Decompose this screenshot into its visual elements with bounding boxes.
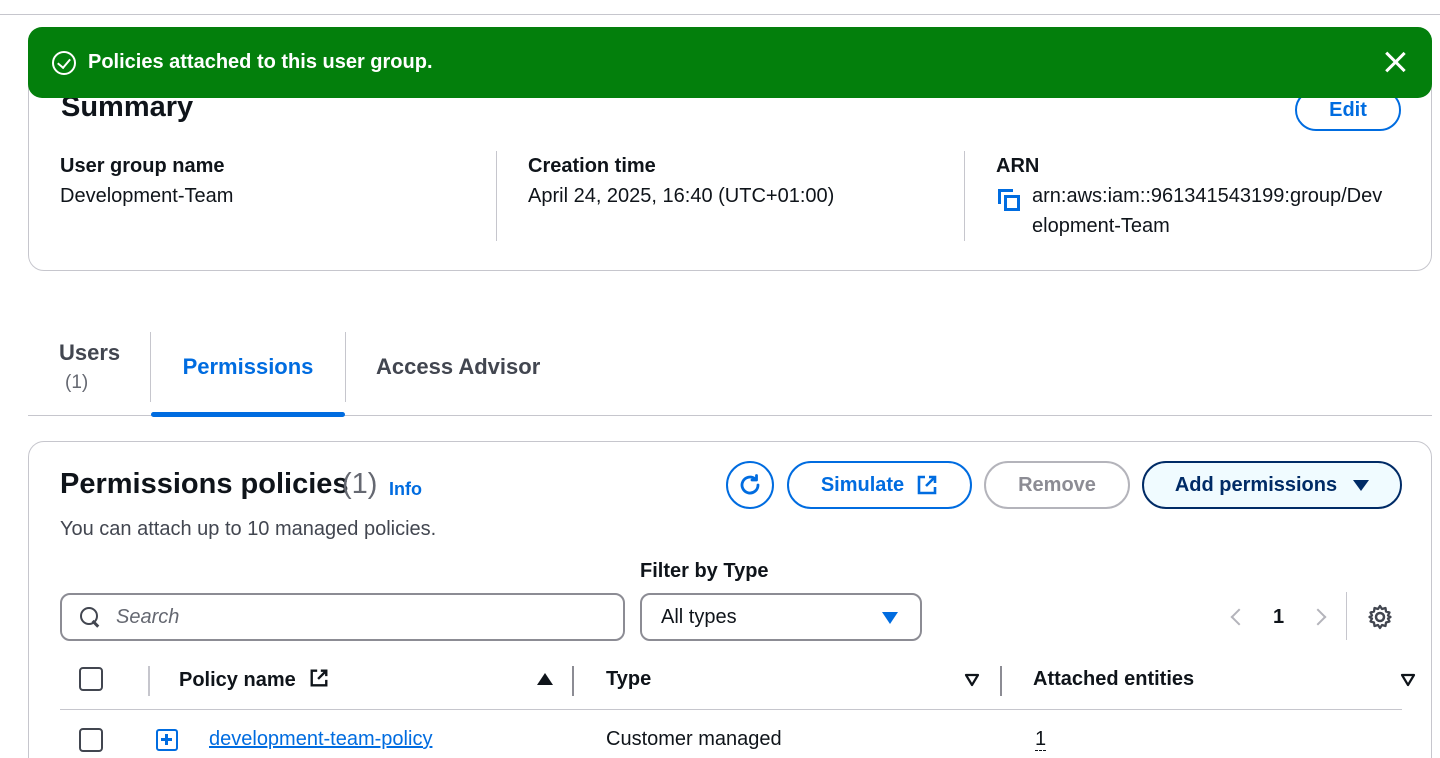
chevron-right-icon[interactable] (1309, 608, 1327, 626)
filter-by-type-label: Filter by Type (640, 560, 769, 582)
chevron-left-icon[interactable] (1230, 608, 1248, 626)
flash-message: Policies attached to this user group. (88, 51, 433, 73)
policy-name-text[interactable]: development-team-policy (209, 728, 432, 750)
creation-time-value: April 24, 2025, 16:40 (UTC+01:00) (528, 185, 835, 207)
permissions-title: Permissions policies (60, 468, 349, 500)
select-all-checkbox[interactable] (79, 667, 103, 691)
attached-entities-cell[interactable]: 1 (1035, 728, 1047, 751)
attached-entities-count[interactable]: 1 (1035, 728, 1047, 751)
arn-field: ARN arn:aws:iam::961341543199:group/Deve… (996, 153, 1392, 241)
pagination-divider (1346, 592, 1347, 640)
column-header-attached-entities[interactable]: Attached entities (1033, 668, 1194, 691)
table-header: Policy name Type Attached entities (60, 660, 1416, 710)
tab-permissions[interactable]: Permissions (151, 330, 345, 417)
type-filter-select[interactable]: All types (640, 593, 922, 641)
simulate-button[interactable]: Simulate (787, 461, 972, 509)
sort-icon[interactable] (964, 673, 980, 687)
tab-divider (345, 332, 346, 402)
creation-time-field: Creation time April 24, 2025, 16:40 (UTC… (528, 153, 834, 211)
tab-access-advisor[interactable]: Access Advisor (376, 330, 540, 416)
dropdown-caret-icon (882, 612, 898, 624)
group-name-label: User group name (60, 155, 225, 177)
refresh-icon (740, 474, 760, 495)
permissions-count: (1) (342, 468, 378, 500)
group-name-value: Development-Team (60, 185, 234, 207)
add-permissions-button[interactable]: Add permissions (1142, 461, 1402, 509)
tab-bar: Users (1) Permissions Access Advisor (28, 330, 1432, 417)
simulate-label: Simulate (820, 473, 905, 496)
external-link-icon (310, 669, 328, 687)
permissions-policies-card: Permissions policies (1) Info You can at… (28, 441, 1432, 758)
column-resizer[interactable] (1000, 666, 1002, 696)
column-header-type[interactable]: Type (606, 668, 651, 691)
expand-row-icon[interactable] (156, 729, 178, 751)
column-divider (964, 151, 965, 241)
success-flashbar: Policies attached to this user group. (28, 27, 1432, 98)
arn-label: ARN (996, 155, 1040, 177)
refresh-button[interactable] (726, 461, 774, 509)
table-row: development-team-policy Customer managed… (60, 710, 1402, 758)
info-link[interactable]: Info (389, 479, 422, 500)
gear-icon[interactable] (1367, 604, 1393, 630)
caret-down-icon (1353, 479, 1370, 491)
sort-icon[interactable] (1400, 673, 1416, 687)
tab-users-label: Users (59, 340, 121, 365)
remove-button[interactable]: Remove (984, 461, 1130, 509)
tab-users[interactable]: Users (1) (59, 330, 120, 416)
creation-time-label: Creation time (528, 155, 656, 177)
column-divider (148, 666, 150, 696)
external-link-icon (917, 475, 937, 495)
active-tab-indicator (151, 412, 345, 417)
row-checkbox[interactable] (79, 728, 103, 752)
group-name-field: User group name Development-Team (60, 153, 233, 211)
column-divider (496, 151, 497, 241)
column-header-policy-name[interactable]: Policy name (179, 668, 329, 692)
page-number[interactable]: 1 (1273, 606, 1284, 629)
search-input[interactable] (116, 605, 596, 629)
close-icon[interactable] (1382, 49, 1408, 75)
search-icon (80, 607, 100, 627)
success-check-icon (52, 50, 76, 75)
policy-name-header-label: Policy name (179, 669, 296, 691)
top-divider (0, 14, 1440, 15)
sort-ascending-icon[interactable] (537, 673, 553, 685)
arn-value: arn:aws:iam::961341543199:group/Developm… (1032, 185, 1383, 237)
add-permissions-label: Add permissions (1174, 473, 1338, 496)
column-resizer[interactable] (572, 666, 574, 696)
tab-access-advisor-label: Access Advisor (376, 354, 541, 379)
pagination: 1 (1219, 602, 1332, 632)
tab-permissions-label: Permissions (182, 354, 314, 379)
tab-users-count: (1) (65, 372, 89, 393)
search-field[interactable] (60, 593, 625, 641)
permissions-description: You can attach up to 10 managed policies… (60, 518, 437, 540)
policy-type-cell: Customer managed (606, 728, 782, 750)
policy-name-link[interactable]: development-team-policy (209, 728, 432, 751)
type-filter-value: All types (661, 605, 737, 628)
copy-icon[interactable] (996, 187, 1022, 213)
